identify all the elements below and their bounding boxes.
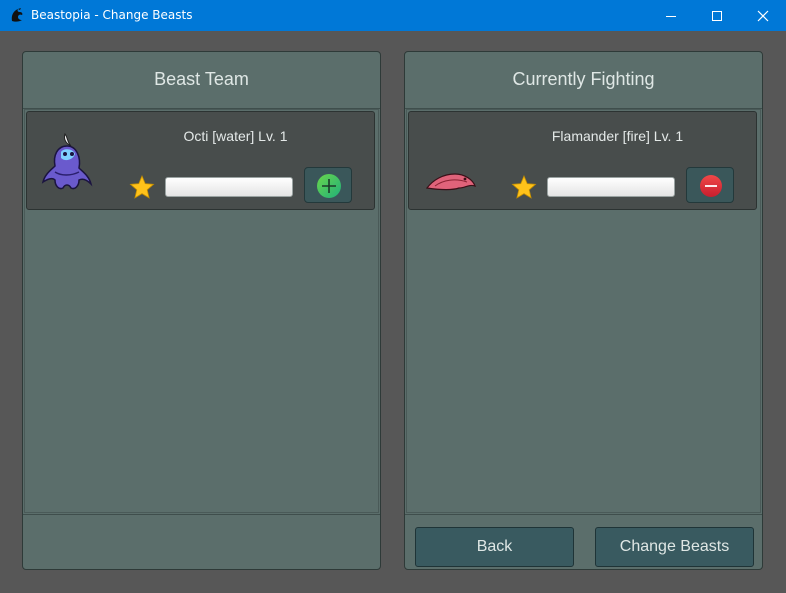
beast-team-header: Beast Team [23,52,380,109]
change-beasts-button[interactable]: Change Beasts [595,527,754,567]
beast-card-flamander[interactable]: Flamander [fire] Lv. 1 [408,111,757,210]
back-button[interactable]: Back [415,527,574,567]
window-title: Beastopia - Change Beasts [31,8,193,22]
experience-bar [547,177,675,197]
star-icon [129,175,155,199]
dragon-logo-icon [11,8,23,22]
beast-team-panel: Beast Team Octi [water] Lv. 1 [22,51,381,570]
maximize-button[interactable] [694,0,740,31]
currently-fighting-footer: Back Change Beasts [405,514,762,569]
star-icon [511,175,537,199]
flamander-fire-sprite [425,173,476,191]
beast-team-footer [23,514,380,569]
maximize-icon [712,11,722,21]
beast-team-list[interactable]: Octi [water] Lv. 1 [24,109,379,513]
currently-fighting-header: Currently Fighting [405,52,762,109]
minus-icon [700,175,722,197]
experience-bar [165,177,293,197]
remove-beast-button[interactable] [686,167,734,203]
octi-water-sprite [41,132,93,190]
beast-name-label: Octi [water] Lv. 1 [183,128,288,144]
add-beast-button[interactable] [304,167,352,203]
plus-icon [317,174,341,198]
close-button[interactable] [740,0,786,31]
minimize-button[interactable] [648,0,694,31]
close-icon [757,10,769,22]
currently-fighting-panel: Currently Fighting Flamander [fire] Lv. … [404,51,763,570]
currently-fighting-list[interactable]: Flamander [fire] Lv. 1 [406,109,761,513]
beast-card-octi[interactable]: Octi [water] Lv. 1 [26,111,375,210]
beast-name-label: Flamander [fire] Lv. 1 [551,128,684,144]
minimize-icon [666,16,676,17]
title-bar: Beastopia - Change Beasts [0,0,786,31]
